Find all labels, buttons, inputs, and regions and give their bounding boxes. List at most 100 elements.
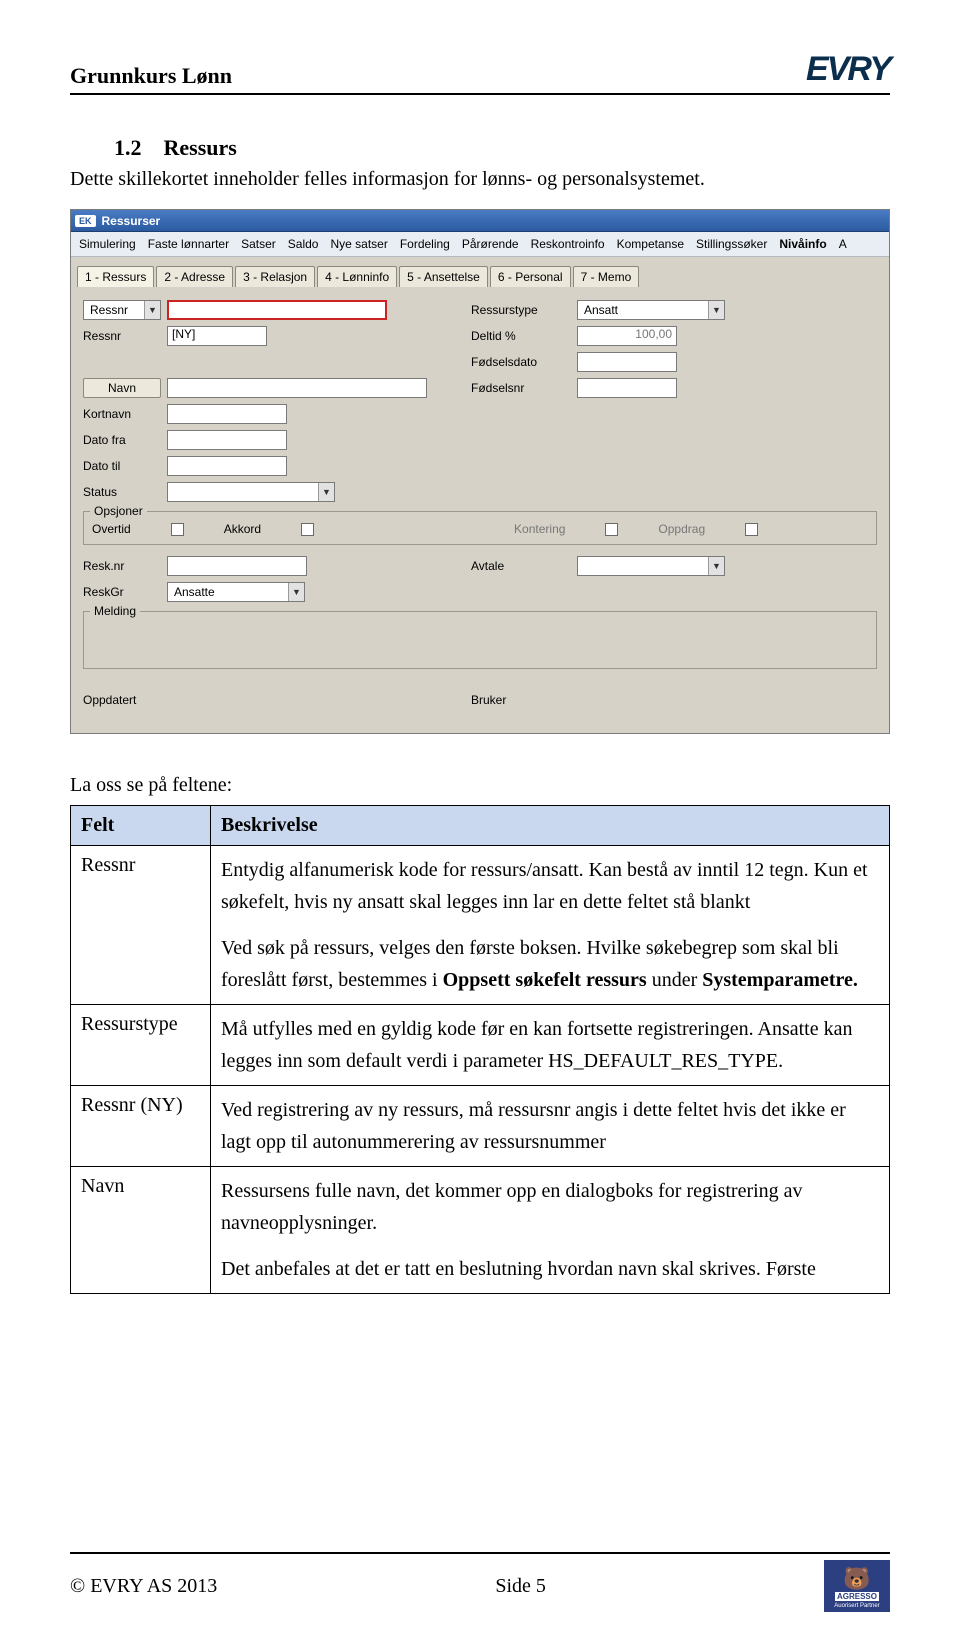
avtale-dropdown[interactable]: ▼ (577, 556, 725, 576)
ressurstype-dropdown[interactable]: Ansatt ▼ (577, 300, 725, 320)
section-heading: 1.2 Ressurs (114, 135, 890, 161)
desc-paragraph: Ved registrering av ny ressurs, må ressu… (221, 1094, 879, 1158)
agresso-text: AGRESSO (835, 1592, 879, 1601)
status-dropdown[interactable]: ▼ (167, 482, 335, 502)
agresso-subtext: Auorisert Partner (834, 1603, 879, 1609)
fodselsdato-input[interactable] (577, 352, 677, 372)
table-row: NavnRessursens fulle navn, det kommer op… (71, 1167, 890, 1294)
section-number: 1.2 (114, 135, 142, 160)
kortnavn-label: Kortnavn (83, 407, 161, 421)
chevron-down-icon: ▼ (288, 583, 304, 601)
toolbar-item[interactable]: Saldo (288, 237, 319, 251)
oppdrag-checkbox[interactable] (745, 523, 758, 536)
navn-input[interactable] (167, 378, 427, 398)
kontering-checkbox[interactable] (605, 523, 618, 536)
tab[interactable]: 5 - Ansettelse (399, 266, 488, 287)
navn-button[interactable]: Navn (83, 378, 161, 398)
melding-group: Melding (83, 611, 877, 669)
toolbar-item[interactable]: Nivåinfo (779, 237, 826, 251)
cell-felt: Ressnr (NY) (71, 1086, 211, 1167)
opsjoner-legend: Opsjoner (90, 504, 147, 518)
opsjoner-group: Opsjoner Overtid Akkord Kontering Oppdra… (83, 511, 877, 545)
toolbar-item[interactable]: Pårørende (462, 237, 519, 251)
deltid-input[interactable]: 100,00 (577, 326, 677, 346)
overtid-label: Overtid (92, 522, 131, 536)
cell-felt: Ressnr (71, 846, 211, 1005)
footer-page: Side 5 (495, 1575, 546, 1598)
desc-paragraph: Ressursens fulle navn, det kommer opp en… (221, 1175, 879, 1239)
kortnavn-input[interactable] (167, 404, 287, 424)
table-row: RessnrEntydig alfanumerisk kode for ress… (71, 846, 890, 1005)
akkord-checkbox[interactable] (301, 523, 314, 536)
toolbar-item[interactable]: Nye satser (330, 237, 387, 251)
datotil-input[interactable] (167, 456, 287, 476)
window-titlebar: EK Ressurser (71, 210, 889, 232)
reskgr-label: ReskGr (83, 585, 161, 599)
toolbar-item[interactable]: A (839, 237, 847, 251)
toolbar-item[interactable]: Reskontroinfo (531, 237, 605, 251)
chevron-down-icon: ▼ (708, 301, 724, 319)
agresso-logo: 🐻 AGRESSO Auorisert Partner (824, 1560, 890, 1612)
table-row: RessurstypeMå utfylles med en gyldig kod… (71, 1005, 890, 1086)
tab[interactable]: 7 - Memo (573, 266, 640, 287)
ressnr-label: Ressnr (83, 329, 161, 343)
page-footer: © EVRY AS 2013 Side 5 🐻 AGRESSO Auoriser… (70, 1552, 890, 1612)
form-area: Ressnr ▼ Ressurstype Ansatt ▼ Ressnr [NY… (71, 287, 889, 733)
status-label: Status (83, 485, 161, 499)
toolbar-item[interactable]: Simulering (79, 237, 136, 251)
toolbar-item[interactable]: Fordeling (400, 237, 450, 251)
toolbar-item[interactable]: Stillingssøker (696, 237, 767, 251)
akkord-label: Akkord (224, 522, 261, 536)
section-title: Ressurs (164, 135, 237, 160)
cell-beskrivelse: Ved registrering av ny ressurs, må ressu… (211, 1086, 890, 1167)
desc-paragraph: Ved søk på ressurs, velges den første bo… (221, 932, 879, 996)
kontering-label: Kontering (514, 522, 565, 536)
ressurstype-label: Ressurstype (471, 303, 571, 317)
footer-copyright: © EVRY AS 2013 (70, 1575, 217, 1598)
overtid-checkbox[interactable] (171, 523, 184, 536)
oppdatert-label: Oppdatert (83, 693, 161, 707)
desc-paragraph: Det anbefales at det er tatt en beslutni… (221, 1253, 879, 1285)
chevron-down-icon: ▼ (708, 557, 724, 575)
fodselsnr-label: Fødselsnr (471, 381, 571, 395)
ressnr-dd-value: Ressnr (84, 303, 144, 317)
tab-strip: 1 - Ressurs2 - Adresse3 - Relasjon4 - Lø… (71, 257, 889, 287)
datofra-input[interactable] (167, 430, 287, 450)
th-beskrivelse: Beskrivelse (211, 806, 890, 846)
resknr-label: Resk.nr (83, 559, 161, 573)
ressnr-dropdown[interactable]: Ressnr ▼ (83, 300, 161, 320)
desc-paragraph: Må utfylles med en gyldig kode før en ka… (221, 1013, 879, 1077)
datofra-label: Dato fra (83, 433, 161, 447)
ressnr-input[interactable]: [NY] (167, 326, 267, 346)
fodselsnr-input[interactable] (577, 378, 677, 398)
toolbar-item[interactable]: Kompetanse (617, 237, 684, 251)
reskgr-value: Ansatte (168, 585, 288, 599)
desc-paragraph: Entydig alfanumerisk kode for ressurs/an… (221, 854, 879, 918)
melding-legend: Melding (90, 604, 140, 618)
toolbar-item[interactable]: Faste lønnarter (148, 237, 229, 251)
tab[interactable]: 2 - Adresse (156, 266, 233, 287)
tab[interactable]: 4 - Lønninfo (317, 266, 397, 287)
table-row: Ressnr (NY)Ved registrering av ny ressur… (71, 1086, 890, 1167)
ressnr-search-input[interactable] (167, 300, 387, 320)
intro-text: Dette skillekortet inneholder felles inf… (70, 165, 890, 193)
page-title: Grunnkurs Lønn (70, 63, 232, 89)
bruker-label: Bruker (471, 693, 571, 707)
ek-badge-icon: EK (75, 215, 96, 227)
th-felt: Felt (71, 806, 211, 846)
cell-felt: Ressurstype (71, 1005, 211, 1086)
datotil-label: Dato til (83, 459, 161, 473)
deltid-label: Deltid % (471, 329, 571, 343)
resknr-input[interactable] (167, 556, 307, 576)
tab[interactable]: 3 - Relasjon (235, 266, 315, 287)
avtale-label: Avtale (471, 559, 571, 573)
tab[interactable]: 6 - Personal (490, 266, 571, 287)
reskgr-dropdown[interactable]: Ansatte ▼ (167, 582, 305, 602)
toolbar-item[interactable]: Satser (241, 237, 276, 251)
field-description-table: Felt Beskrivelse RessnrEntydig alfanumer… (70, 805, 890, 1294)
subhead: La oss se på feltene: (70, 774, 890, 797)
tab[interactable]: 1 - Ressurs (77, 266, 154, 288)
toolbar: Simulering Faste lønnarter Satser Saldo Nye … (71, 232, 889, 257)
evry-logo: EVRY (806, 50, 890, 89)
bear-icon: 🐻 (843, 1568, 870, 1590)
